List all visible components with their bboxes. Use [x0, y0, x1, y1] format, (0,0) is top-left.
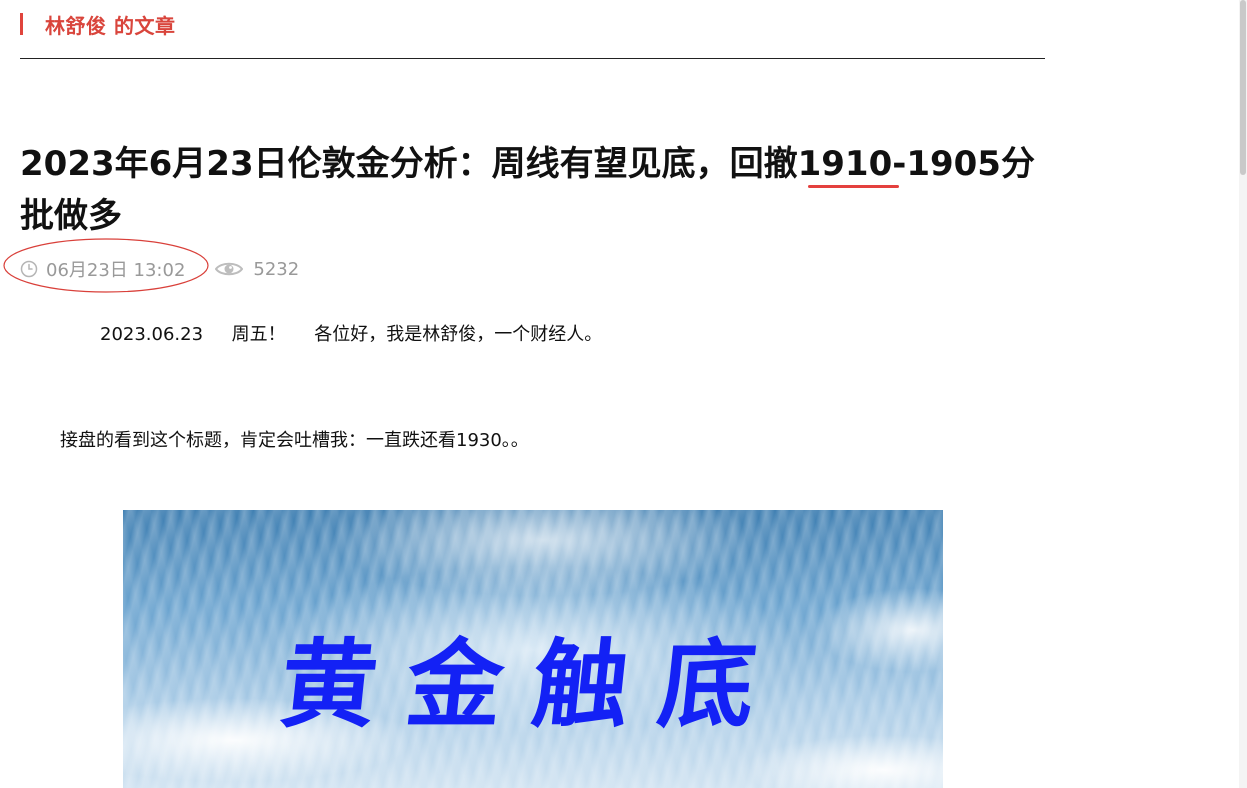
section-header: 林舒俊 的文章 — [20, 10, 175, 38]
clock-icon — [20, 260, 38, 278]
article-page: 林舒俊 的文章 2023年6月23日伦敦金分析：周线有望见底，回撤1910-19… — [0, 0, 1247, 788]
article-title: 2023年6月23日伦敦金分析：周线有望见底，回撤1910-1905分批做多 — [20, 144, 1035, 236]
section-accent-bar — [20, 13, 23, 35]
eye-icon — [215, 262, 244, 276]
hero-image-caption: 黄金触底 — [275, 628, 791, 741]
scrollbar-thumb[interactable] — [1240, 0, 1246, 175]
view-count-text: 5232 — [253, 258, 300, 280]
view-count: 5232 — [215, 259, 299, 280]
title-highlight-underline — [808, 185, 899, 188]
article-hero-image: 黄金触底 — [123, 510, 943, 788]
article-paragraph: 接盘的看到这个标题，肯定会吐槽我：一直跌还看1930。。 — [60, 430, 529, 451]
publish-date-text: 06月23日 13:02 — [46, 260, 186, 281]
article-paragraph-intro: 2023.06.23 周五！ 各位好，我是林舒俊，一个财经人。 — [100, 324, 603, 345]
section-divider — [20, 58, 1045, 59]
author-articles-title[interactable]: 林舒俊 的文章 — [45, 10, 175, 39]
article-meta: 06月23日 13:02 5232 — [20, 254, 299, 284]
publish-date: 06月23日 13:02 — [20, 256, 185, 282]
page-scrollbar[interactable] — [1239, 0, 1247, 788]
